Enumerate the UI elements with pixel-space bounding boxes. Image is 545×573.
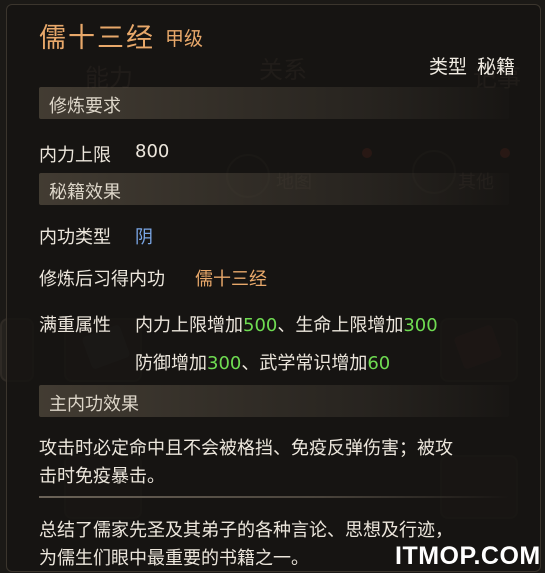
bonus-sep: 、 [277, 315, 296, 336]
section-main-effect-title: 主内功效果 [49, 394, 139, 415]
item-type-label: 类型 [429, 56, 468, 78]
internal-type-value: 阴 [135, 227, 153, 248]
bonus-text: 内力上限增加 [135, 315, 243, 336]
item-title: 儒十三经 [39, 23, 155, 54]
full-attr-line-2: 防御增加300、武学常识增加60 [135, 349, 390, 375]
item-type-value: 秘籍 [477, 56, 516, 78]
site-watermark: ITMOP.COM [395, 542, 541, 570]
bonus-value: 500 [243, 315, 278, 336]
bonus-text: 生命上限增加 [295, 315, 404, 336]
learn-value: 儒十三经 [195, 269, 267, 290]
item-grade: 甲级 [165, 28, 204, 50]
bonus-value: 60 [367, 353, 391, 374]
bonus-value: 300 [403, 315, 438, 336]
full-attr-label: 满重属性 [39, 315, 111, 336]
main-effect-text: 攻击时必定命中且不会被格挡、免疫反弹伤害；被攻 击时免疫暴击。 [39, 435, 509, 491]
req-label: 内力上限 [39, 145, 111, 166]
full-attr-line-1: 内力上限增加500、生命上限增加300 [135, 311, 438, 337]
internal-type-label: 内功类型 [39, 227, 111, 248]
learn-label: 修炼后习得内功 [39, 269, 165, 290]
description-line: 总结了儒家先圣及其弟子的各种言论、思想及行迹， [39, 520, 453, 541]
divider [39, 496, 509, 498]
bonus-value: 300 [207, 353, 242, 374]
main-effect-line: 击时免疫暴击。 [39, 466, 165, 487]
section-requirements: 修炼要求 [39, 87, 509, 119]
bonus-text: 防御增加 [135, 353, 207, 374]
section-effects: 秘籍效果 [39, 173, 509, 205]
section-main-effect: 主内功效果 [39, 385, 509, 417]
section-effects-title: 秘籍效果 [49, 182, 121, 203]
item-tooltip-panel: 儒十三经 甲级 类型 秘籍 修炼要求 内力上限 800 秘籍效果 内功类型 阴 … [6, 4, 541, 572]
main-effect-line: 攻击时必定命中且不会被格挡、免疫反弹伤害；被攻 [39, 438, 453, 459]
bonus-sep: 、 [241, 353, 260, 374]
section-requirements-title: 修炼要求 [49, 96, 121, 117]
req-value: 800 [135, 141, 170, 162]
bonus-text: 武学常识增加 [259, 353, 368, 374]
